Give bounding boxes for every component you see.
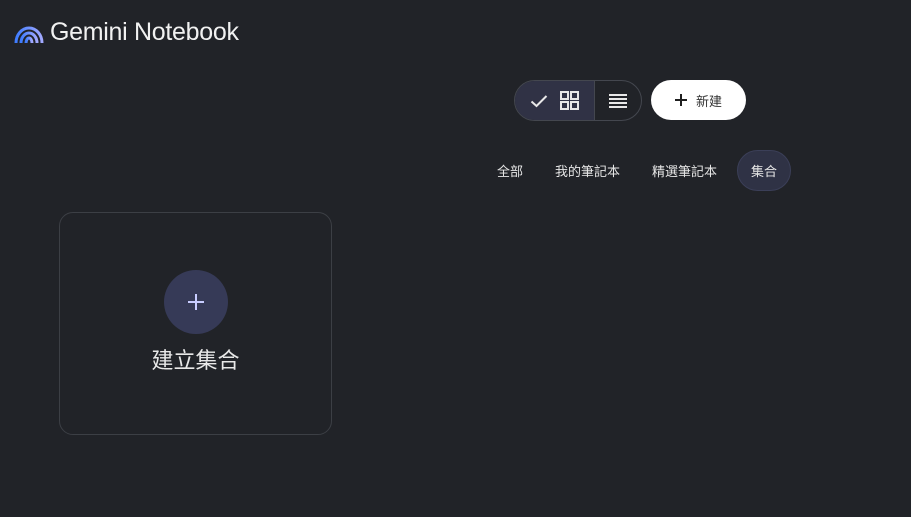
grid-view-button[interactable] xyxy=(515,81,595,120)
app-title: Gemini Notebook xyxy=(50,18,239,46)
view-toggle xyxy=(514,80,642,121)
tab-my-notebooks[interactable]: 我的筆記本 xyxy=(543,150,632,191)
create-collection-label: 建立集合 xyxy=(151,349,240,374)
tab-label: 集合 xyxy=(750,165,777,180)
filter-tabs: 全部 我的筆記本 精選筆記本 集合 xyxy=(485,150,791,191)
tab-featured-notebooks[interactable]: 精選筆記本 xyxy=(640,150,729,191)
new-notebook-button[interactable]: 新建 xyxy=(651,80,746,120)
tab-collections[interactable]: 集合 xyxy=(736,150,791,191)
check-icon xyxy=(530,94,548,108)
list-view-icon xyxy=(609,93,627,108)
create-collection-plus-button[interactable] xyxy=(164,270,228,334)
tab-label: 全部 xyxy=(496,165,523,180)
gemini-arc-logo-icon xyxy=(14,19,44,45)
plus-icon xyxy=(674,94,687,106)
create-collection-card[interactable]: 建立集合 xyxy=(59,212,332,435)
plus-icon xyxy=(188,294,204,310)
new-button-label: 新建 xyxy=(695,94,722,110)
tab-all[interactable]: 全部 xyxy=(485,150,535,191)
tab-label: 精選筆記本 xyxy=(651,165,717,180)
brand[interactable]: Gemini Notebook xyxy=(14,18,239,46)
grid-view-icon xyxy=(560,91,579,110)
list-view-button[interactable] xyxy=(595,81,641,120)
tab-label: 我的筆記本 xyxy=(554,165,620,180)
notebook-page: Gemini Notebook 新建 全部 我的筆記本 精選筆記本 集合 建立集… xyxy=(0,0,911,517)
